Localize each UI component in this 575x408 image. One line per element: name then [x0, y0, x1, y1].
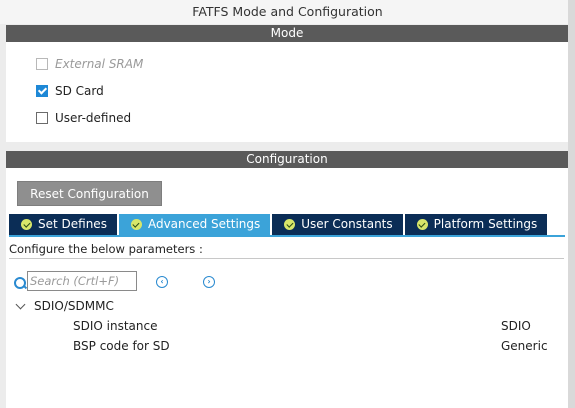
configuration-header: Configuration: [6, 151, 568, 168]
tab-user-constants[interactable]: User Constants: [272, 214, 403, 235]
tab-set-defines[interactable]: Set Defines: [9, 214, 117, 235]
params-description: Configure the below parameters :: [9, 240, 564, 259]
tab-label: Advanced Settings: [147, 217, 261, 231]
sd-card-label: SD Card: [55, 84, 104, 98]
param-row-sdio-instance[interactable]: SDIO instance SDIO: [73, 317, 553, 335]
vertical-scrollbar[interactable]: [568, 0, 575, 408]
mode-panel: Mode External SRAM SD Card User-defined: [6, 25, 568, 142]
tab-advanced-settings[interactable]: Advanced Settings: [118, 214, 271, 235]
param-value[interactable]: Generic: [501, 337, 548, 355]
check-circle-icon: [130, 219, 142, 230]
search-input[interactable]: [27, 271, 137, 291]
param-name: BSP code for SD: [73, 339, 170, 353]
param-name: SDIO instance: [73, 319, 158, 333]
mode-item-sd-card[interactable]: SD Card: [36, 83, 104, 99]
search-icon: [14, 277, 26, 289]
mode-header: Mode: [6, 25, 568, 42]
external-sram-label: External SRAM: [55, 57, 144, 71]
sd-card-checkbox[interactable]: [36, 85, 48, 97]
param-row-bsp-code[interactable]: BSP code for SD Generic: [73, 337, 553, 355]
config-tabs: Set Defines Advanced Settings User Const…: [9, 214, 549, 235]
user-defined-checkbox[interactable]: [36, 112, 48, 124]
group-sdio-sdmmc[interactable]: SDIO/SDMMC: [14, 298, 114, 314]
group-label: SDIO/SDMMC: [34, 299, 114, 313]
check-circle-icon: [284, 219, 296, 230]
external-sram-checkbox[interactable]: [36, 58, 48, 70]
reset-configuration-button[interactable]: Reset Configuration: [17, 181, 162, 206]
chevron-down-icon[interactable]: [15, 299, 26, 310]
tab-label: Set Defines: [38, 217, 107, 231]
param-value[interactable]: SDIO: [501, 317, 531, 335]
tab-label: Platform Settings: [433, 217, 538, 231]
chevron-right-circle-icon[interactable]: ›: [203, 276, 215, 288]
window-title: FATFS Mode and Configuration: [0, 0, 575, 24]
tab-platform-settings[interactable]: Platform Settings: [404, 214, 548, 235]
check-circle-icon: [21, 219, 32, 230]
tab-label: User Constants: [301, 217, 393, 231]
mode-item-external-sram[interactable]: External SRAM: [36, 56, 143, 72]
mode-item-user-defined[interactable]: User-defined: [36, 110, 131, 126]
user-defined-label: User-defined: [55, 111, 132, 125]
configuration-panel: Configuration Reset Configuration Set De…: [6, 151, 568, 408]
check-circle-icon: [416, 219, 428, 230]
tab-underline: [9, 235, 565, 237]
chevron-left-circle-icon[interactable]: ‹: [156, 276, 168, 288]
